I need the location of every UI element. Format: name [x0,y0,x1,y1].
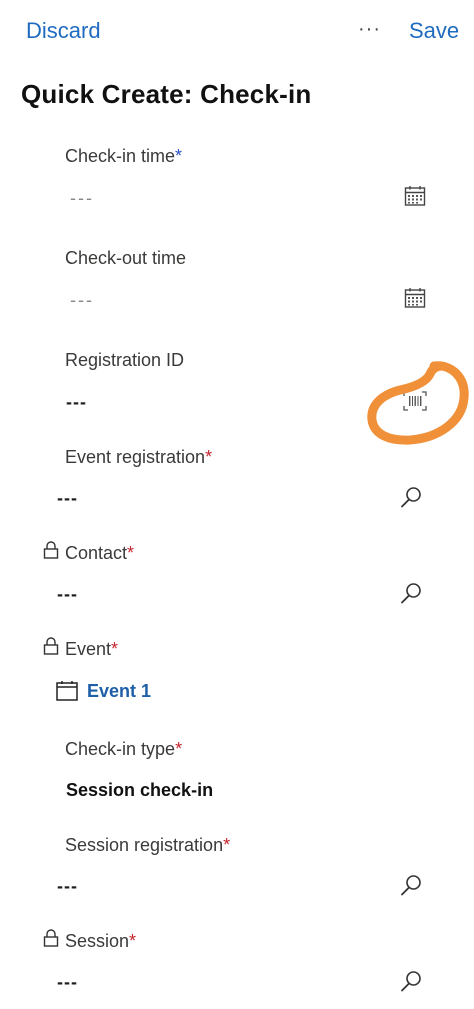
event-link[interactable]: Event 1 [87,681,151,702]
field-label-text: Event [65,639,112,659]
required-indicator: * [223,835,231,855]
search-icon[interactable] [400,582,422,604]
field-label-text: Contact [65,543,128,563]
session-input[interactable]: --- [57,972,78,993]
field-label-check-out-time: Check-out time [65,248,186,269]
barcode-scan-icon[interactable] [403,391,427,411]
lock-icon [43,541,59,559]
field-label-registration-id: Registration ID [65,350,184,371]
save-button[interactable]: Save [409,18,459,44]
field-label-check-in-type: Check-in type* [65,739,182,760]
field-label-text: Registration ID [65,350,185,370]
field-label-session: Session* [65,931,136,952]
lock-icon [43,929,59,947]
session-registration-input[interactable]: --- [57,876,78,897]
event-registration-input[interactable]: --- [57,488,78,509]
search-icon[interactable] [400,486,422,508]
field-label-check-in-time: Check-in time* [65,146,182,167]
calendar-icon[interactable] [404,185,426,207]
check-in-time-input[interactable]: --- [70,188,94,209]
field-label-text: Session [65,931,130,951]
calendar-icon[interactable] [404,287,426,309]
field-label-text: Event registration [65,447,206,467]
required-indicator: * [129,931,137,951]
check-out-time-input[interactable]: --- [70,290,94,311]
field-label-text: Check-out time [65,248,187,268]
field-label-text: Check-in time [65,146,176,166]
search-icon[interactable] [400,970,422,992]
calendar-icon [56,681,78,701]
field-label-text: Check-in type [65,739,176,759]
required-indicator: * [127,543,135,563]
contact-input[interactable]: --- [57,584,78,605]
required-indicator: * [175,739,183,759]
lock-icon [43,637,59,655]
field-label-contact: Contact* [65,543,134,564]
page-title: Quick Create: Check-in [21,79,312,109]
field-label-text: Session registration [65,835,224,855]
required-indicator: * [111,639,119,659]
discard-button[interactable]: Discard [26,18,101,44]
registration-id-input[interactable]: --- [66,392,87,413]
check-in-type-select[interactable]: Session check-in [66,780,213,801]
field-label-event-registration: Event registration* [65,447,212,468]
required-indicator: * [175,146,183,166]
field-label-event: Event* [65,639,118,660]
field-label-session-registration: Session registration* [65,835,230,856]
more-options-button[interactable]: ··· [358,18,381,41]
search-icon[interactable] [400,874,422,896]
required-indicator: * [205,447,213,467]
